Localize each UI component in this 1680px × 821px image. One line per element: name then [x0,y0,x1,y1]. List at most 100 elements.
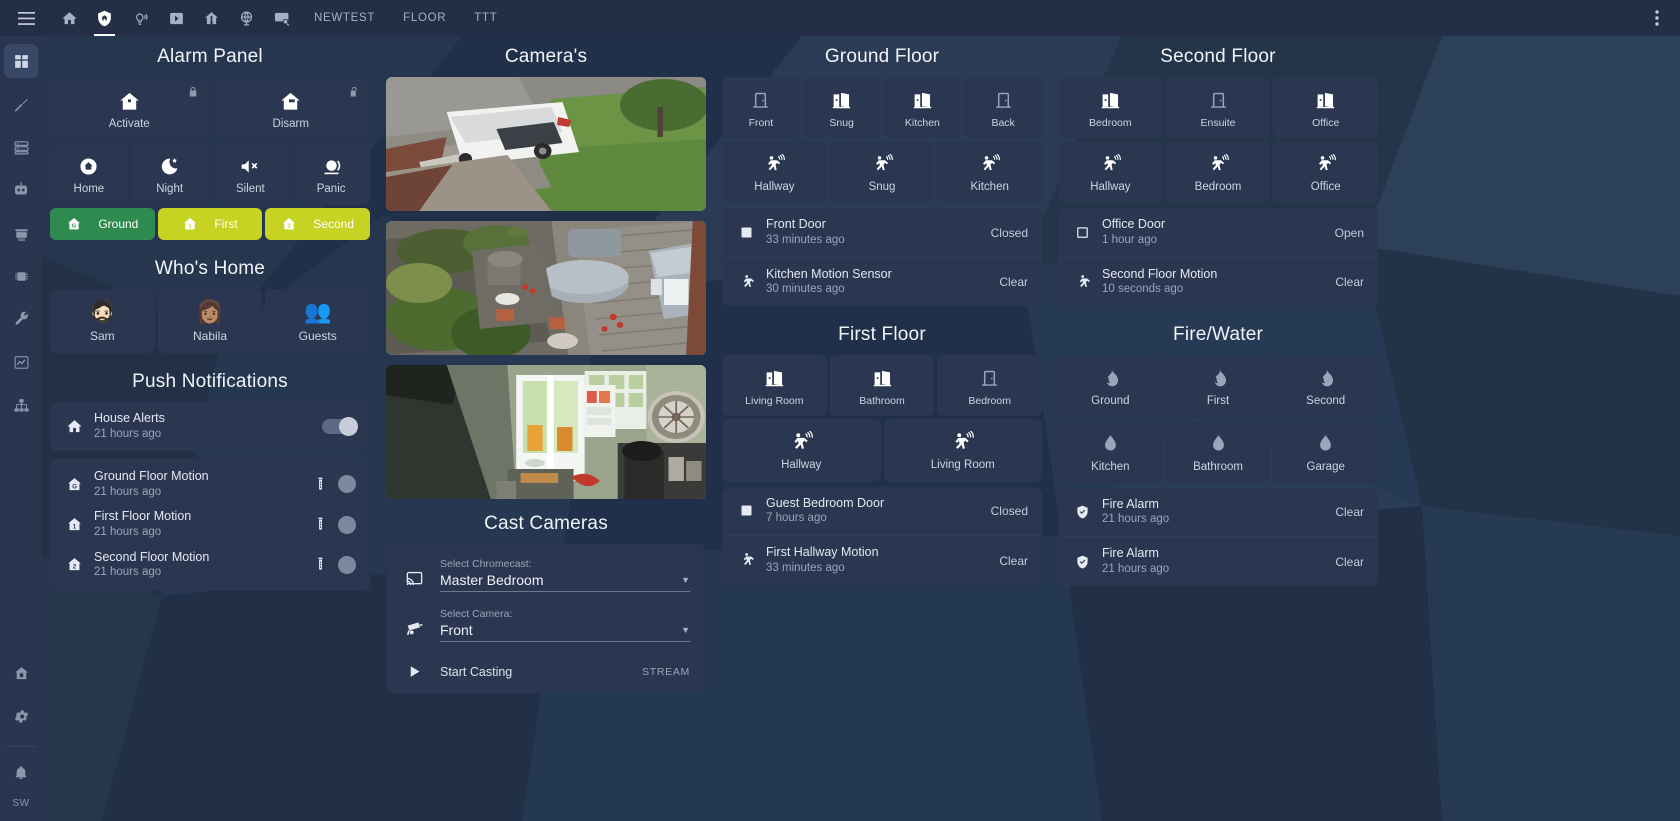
alarm-floor-ground-button[interactable]: G Ground [50,208,155,241]
sidebar-item-servers[interactable] [4,130,38,164]
water-sensor-garage-label: Garage [1306,460,1345,473]
alarm-floor-second-button[interactable]: 2 Second [265,208,371,241]
tab-security[interactable] [87,0,122,36]
first-door-living-room[interactable]: Living Room [722,355,827,417]
alarm-disarm-button[interactable]: Disarm [211,77,370,141]
sidebar-item-automation[interactable] [4,173,38,207]
start-casting-button[interactable]: Start Casting STREAM [402,658,690,683]
second-motion-hallway[interactable]: Hallway [1058,141,1163,204]
alarm-silent-button[interactable]: Silent [211,143,290,206]
ground-door-front[interactable]: Front [722,77,800,139]
sidebar-item-esphome[interactable] [4,259,38,293]
list-item[interactable]: 1 First Floor Motion 21 hours ago [50,504,370,546]
water-sensor-kitchen[interactable]: Kitchen [1058,420,1163,483]
person-sam[interactable]: 🧔🏻 Sam [50,289,155,354]
push-items-card: G Ground Floor Motion 21 hours ago 1 Fir… [50,459,370,592]
push-item-toggle[interactable] [338,555,356,574]
ground-motion-snug[interactable]: Snug [829,141,935,204]
chromecast-dropdown[interactable]: Master Bedroom ▼ [440,572,690,592]
first-status-name: Guest Bedroom Door [766,495,885,510]
table-row[interactable]: Kitchen Motion Sensor 30 minutes ago Cle… [722,256,1042,307]
second-door-bedroom[interactable]: Bedroom [1058,77,1163,139]
back-camera-feed[interactable] [386,221,706,355]
sidebar-user-initials[interactable]: SW [12,798,29,809]
person-guests[interactable]: 👥 Guests [265,289,371,354]
push-item-toggle[interactable] [338,515,356,534]
list-item[interactable]: House Alerts 21 hours ago [50,402,370,451]
water-sensor-bathroom[interactable]: Bathroom [1165,420,1271,483]
sidebar-item-overview[interactable] [4,44,38,78]
front-camera-feed[interactable] [386,77,706,211]
fire-sensor-ground[interactable]: Ground [1058,355,1163,418]
table-row[interactable]: Fire Alarm 21 hours ago Clear [1058,488,1378,537]
push-main-toggle[interactable] [322,417,358,437]
home-circle-icon [78,154,99,178]
second-motion-bedroom[interactable]: Bedroom [1165,141,1271,204]
fire-sensor-first[interactable]: First [1165,355,1271,418]
first-motion-living-room[interactable]: Living Room [883,419,1042,482]
ground-motion-kitchen[interactable]: Kitchen [937,141,1043,204]
sidebar-item-settings[interactable] [4,699,38,733]
alarm-night-button[interactable]: Night [130,143,209,206]
tab-ttt[interactable]: TTT [460,0,511,36]
person-nabila[interactable]: 👩🏽 Nabila [157,289,263,354]
ground-door-back[interactable]: Back [964,77,1042,139]
second-motion-office[interactable]: Office [1273,141,1379,204]
ground-motion-hallway[interactable]: Hallway [722,141,827,204]
test-tube-icon[interactable] [315,477,326,492]
alarm-home-button[interactable]: Home [50,143,128,206]
table-row-text: Kitchen Motion Sensor 30 minutes ago [766,267,989,298]
water-sensor-garage[interactable]: Garage [1273,420,1379,483]
tab-network[interactable] [229,0,264,36]
first-door-bathroom[interactable]: Bathroom [829,355,935,417]
list-item[interactable]: G Ground Floor Motion 21 hours ago [50,459,370,504]
first-motion-hallway[interactable]: Hallway [722,419,881,482]
more-vertical-icon[interactable] [1634,10,1680,26]
tab-home[interactable] [52,0,87,36]
water-drop-icon [1315,432,1336,456]
test-tube-icon[interactable] [315,557,326,572]
sidebar-item-integrations[interactable] [4,388,38,422]
alarm-activate-button[interactable]: Activate [50,77,209,141]
table-row[interactable]: Guest Bedroom Door 7 hours ago Closed [722,487,1042,536]
play-icon [402,664,426,679]
alarm-floor-first-button[interactable]: 1 First [157,208,263,241]
sidebar-item-developer[interactable] [4,87,38,121]
fire-sensor-second[interactable]: Second [1273,355,1379,418]
sidebar-item-notifications[interactable] [4,755,38,789]
table-row[interactable]: Front Door 33 minutes ago Closed [722,208,1042,257]
second-door-office[interactable]: Office [1273,77,1379,139]
ground-status-time: 30 minutes ago [766,283,845,296]
ground-door-kitchen[interactable]: Kitchen [883,77,962,139]
table-row[interactable]: Second Floor Motion 10 seconds ago Clear [1058,256,1378,307]
tab-climate[interactable] [194,0,229,36]
test-tube-icon[interactable] [315,517,326,532]
push-item-toggle[interactable] [338,475,356,494]
first-door-bedroom[interactable]: Bedroom [937,355,1043,417]
sidebar-item-hacs[interactable] [4,216,38,250]
second-door-ensuite[interactable]: Ensuite [1165,77,1271,139]
ground-door-snug[interactable]: Snug [802,77,881,139]
sidebar-item-history[interactable] [4,345,38,379]
tab-floor[interactable]: FLOOR [389,0,460,36]
tab-media[interactable] [159,0,194,36]
door-open-icon [831,88,852,112]
sidebar-item-floorplan[interactable] [4,656,38,690]
camera-dropdown[interactable]: Front ▼ [440,622,690,642]
table-row[interactable]: First Hallway Motion 33 minutes ago Clea… [722,535,1042,585]
hamburger-menu-icon[interactable] [0,11,52,25]
tab-logbook[interactable] [264,0,300,36]
alarm-home-label: Home [73,183,105,196]
status-badge: Clear [1335,505,1364,520]
alarm-panic-button[interactable]: Panic [292,143,370,206]
kitchen-camera-feed[interactable] [386,365,706,499]
tab-newtest[interactable]: NEWTEST [300,0,389,36]
alarm-primary-modes: Activate Disarm [50,77,370,141]
table-row[interactable]: Fire Alarm 21 hours ago Clear [1058,536,1378,586]
table-row[interactable]: Office Door 1 hour ago Open [1058,208,1378,257]
list-item-controls [315,515,356,534]
sidebar-item-tools[interactable] [4,302,38,336]
list-item[interactable]: 2 Second Floor Motion 21 hours ago [50,546,370,592]
tab-lights[interactable] [122,0,159,36]
camera-field: Select Camera: Front ▼ [440,608,690,642]
